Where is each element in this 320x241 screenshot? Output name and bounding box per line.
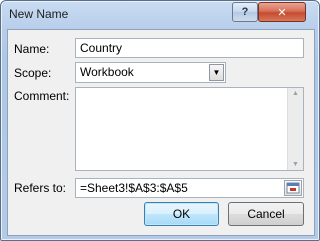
scope-select[interactable]: Workbook ▼ [75,62,226,83]
chevron-down-icon: ▼ [212,68,221,77]
name-field[interactable] [76,39,303,57]
comment-textarea[interactable]: ▲ ▼ [75,87,304,171]
scope-dropdown-button[interactable]: ▼ [209,64,224,81]
scroll-down-icon[interactable]: ▼ [292,161,299,168]
cancel-button[interactable]: Cancel [228,202,304,226]
dialog-title: New Name [9,7,69,21]
title-bar[interactable]: New Name ? ✕ [1,1,319,27]
collapse-dialog-button[interactable] [284,180,302,196]
scroll-up-icon[interactable]: ▲ [292,90,299,97]
name-field-box [75,38,304,58]
ok-button[interactable]: OK [144,202,219,226]
new-name-dialog: New Name ? ✕ Name: Scope: Workbook ▼ Com… [0,0,320,241]
help-button[interactable]: ? [232,2,258,22]
name-label: Name: [14,42,50,56]
collapse-dialog-icon [286,182,300,194]
close-icon: ✕ [277,6,287,19]
scope-label: Scope: [14,66,52,80]
comment-label: Comment: [14,89,70,103]
refers-to-box [75,178,304,198]
dialog-body: Name: Scope: Workbook ▼ Comment: ▲ ▼ Ref… [7,29,315,236]
help-icon: ? [241,6,249,18]
scope-selected-value: Workbook [80,65,134,79]
refers-to-label: Refers to: [14,181,67,195]
comment-scrollbar[interactable]: ▲ ▼ [287,88,303,170]
close-button[interactable]: ✕ [258,2,306,22]
refers-to-field[interactable] [76,179,303,197]
